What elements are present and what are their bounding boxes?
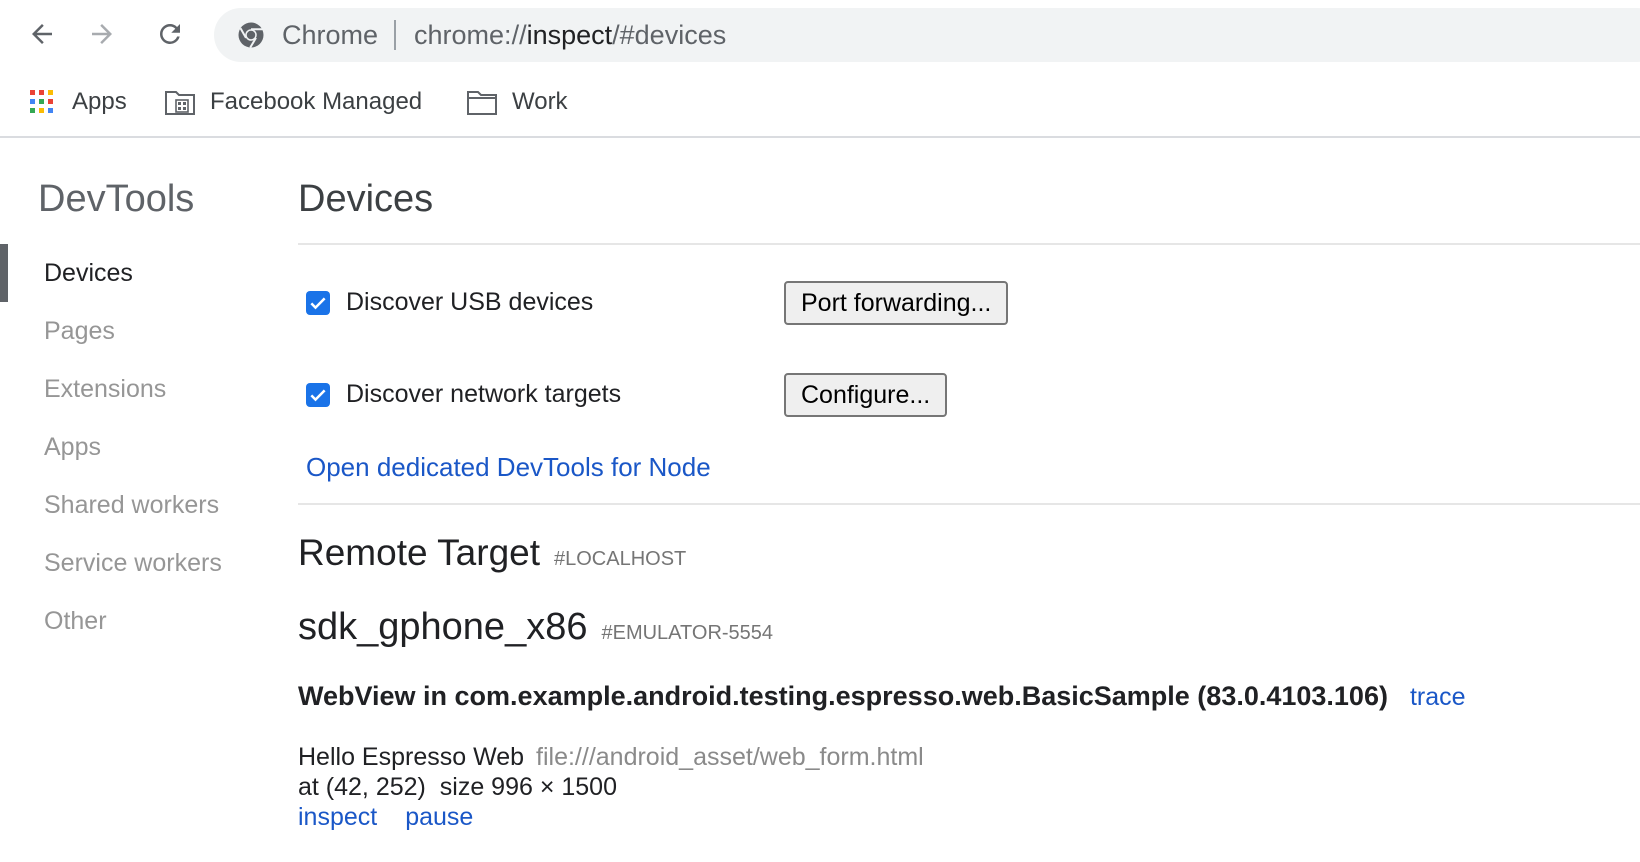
device-name: sdk_gphone_x86 xyxy=(298,606,588,648)
checkbox-checked[interactable] xyxy=(306,290,330,315)
bookmark-label: Facebook Managed xyxy=(210,88,423,115)
toolbar-divider xyxy=(0,136,1640,138)
device-heading: sdk_gphone_x86 #EMULATOR-5554 xyxy=(298,606,773,649)
configure-button[interactable]: Configure... xyxy=(784,373,948,417)
reload-button[interactable] xyxy=(150,14,190,54)
target-title: Hello Espresso Web xyxy=(298,743,525,771)
discover-usb-checkbox[interactable]: Discover USB devices xyxy=(306,288,593,317)
url-path: /#devices xyxy=(612,19,727,50)
browser-toolbar: Chrome chrome://inspect/#devices xyxy=(0,0,1640,68)
omnibox-divider xyxy=(394,20,397,50)
sidebar-item-shared-workers[interactable]: Shared workers xyxy=(44,491,219,520)
browser-row: WebView in com.example.android.testing.e… xyxy=(298,681,1466,712)
checkmark-icon xyxy=(310,297,326,309)
url-text[interactable]: chrome://inspect/#devices xyxy=(414,20,726,51)
sidebar-item-service-workers[interactable]: Service workers xyxy=(44,549,222,578)
discover-network-checkbox[interactable]: Discover network targets xyxy=(306,380,621,409)
discover-usb-label: Discover USB devices xyxy=(346,288,594,316)
target-url: file:///android_asset/web_form.html xyxy=(536,743,924,771)
port-forwarding-button[interactable]: Port forwarding... xyxy=(784,281,1009,325)
discover-network-label: Discover network targets xyxy=(346,380,622,408)
target-item: Hello Espresso Web file:///android_asset/… xyxy=(298,742,924,832)
reload-icon xyxy=(160,23,180,44)
trace-link[interactable]: trace xyxy=(1410,683,1466,712)
sidebar-active-indicator xyxy=(0,244,8,302)
open-node-devtools-link[interactable]: Open dedicated DevTools for Node xyxy=(306,452,711,483)
target-geometry: at (42, 252) size 996 × 1500 xyxy=(298,772,924,802)
sidebar-item-extensions[interactable]: Extensions xyxy=(44,375,166,404)
target-actions: inspect pause xyxy=(298,802,924,832)
section-divider xyxy=(298,503,1640,505)
url-scheme: chrome:// xyxy=(414,19,527,50)
checkbox-checked[interactable] xyxy=(306,382,330,407)
forward-button[interactable] xyxy=(82,14,122,54)
arrow-right-icon xyxy=(92,24,112,44)
bookmark-work[interactable]: Work xyxy=(466,84,568,120)
bookmark-facebook-managed[interactable]: Facebook Managed xyxy=(164,84,422,120)
managed-folder-icon xyxy=(164,86,196,118)
folder-icon xyxy=(466,86,498,118)
arrow-left-icon xyxy=(32,24,52,44)
remote-target-heading: Remote Target #LOCALHOST xyxy=(298,532,686,574)
remote-target-tag: #LOCALHOST xyxy=(554,548,687,570)
bookmark-label: Apps xyxy=(72,88,127,115)
sidebar-item-other[interactable]: Other xyxy=(44,607,107,636)
target-position: at (42, 252) xyxy=(298,773,426,801)
sidebar-item-devices[interactable]: Devices xyxy=(44,259,133,288)
back-button[interactable] xyxy=(22,14,62,54)
device-serial: #EMULATOR-5554 xyxy=(601,622,774,644)
inspect-link[interactable]: inspect xyxy=(298,803,377,831)
apps-grid-icon xyxy=(26,86,58,118)
pause-link[interactable]: pause xyxy=(405,803,473,831)
bookmark-label: Work xyxy=(512,88,568,115)
target-size: size 996 × 1500 xyxy=(439,773,617,801)
sidebar-item-pages[interactable]: Pages xyxy=(44,317,115,346)
remote-target-title: Remote Target xyxy=(298,532,540,573)
sidebar-item-apps[interactable]: Apps xyxy=(44,433,101,462)
checkmark-icon xyxy=(310,389,326,401)
page-title: Devices xyxy=(298,178,434,220)
bookmark-apps[interactable]: Apps xyxy=(26,84,127,120)
target-title-row: Hello Espresso Web file:///android_asset/… xyxy=(298,742,924,772)
chrome-logo-icon xyxy=(236,20,266,50)
browser-name: WebView in com.example.android.testing.e… xyxy=(298,681,1388,711)
section-divider xyxy=(298,243,1640,245)
url-host: inspect xyxy=(526,19,613,50)
sidebar-title: DevTools xyxy=(38,178,195,220)
address-bar[interactable]: Chrome chrome://inspect/#devices xyxy=(214,8,1640,62)
site-chip-label: Chrome xyxy=(282,19,379,50)
bookmarks-bar: Apps Facebook Managed Work xyxy=(0,72,1640,136)
